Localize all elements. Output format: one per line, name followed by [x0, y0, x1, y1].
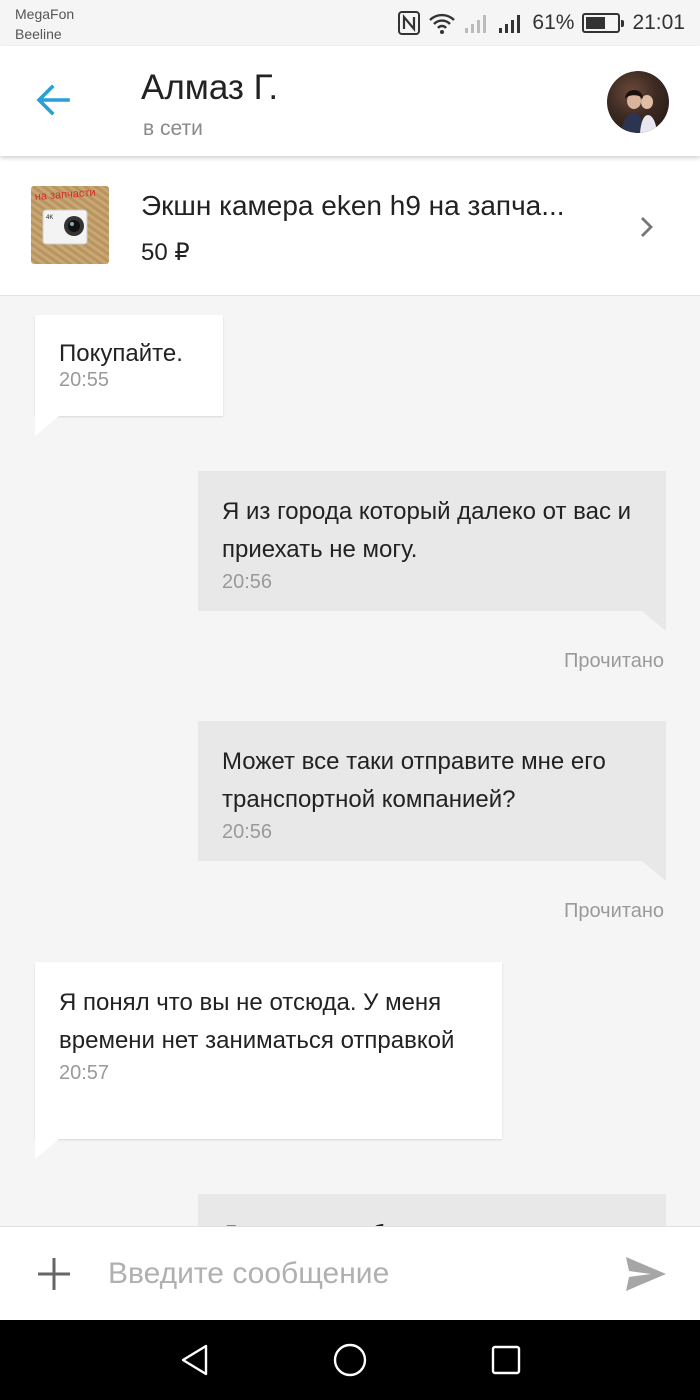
contact-name[interactable]: Алмаз Г. [141, 68, 278, 108]
message-bubble-outgoing: Ладно, попробую с кем то [198, 1194, 666, 1226]
chat-header: Алмаз Г. в сети [0, 46, 700, 156]
message-bubble-outgoing: Я из города который далеко от вас и прие… [198, 471, 666, 631]
message-time: 20:56 [222, 821, 273, 843]
product-thumb-badge: 4K [46, 215, 53, 221]
message-bubble-outgoing: Может все таки отправите мне его транспо… [198, 721, 666, 881]
status-icons: 61% 21:01 [398, 8, 685, 38]
send-button[interactable] [625, 1255, 667, 1293]
chevron-right-icon [636, 214, 658, 240]
contact-status: в сети [143, 117, 203, 140]
message-time: 20:56 [222, 571, 273, 593]
carrier-1: MegaFon [15, 6, 75, 22]
read-status: Прочитано [564, 650, 664, 672]
plus-icon [38, 1258, 70, 1290]
circle-home-icon [333, 1343, 367, 1377]
message-time: 20:57 [59, 1062, 110, 1084]
product-thumb-label: на запчасти [34, 187, 96, 203]
signal-icon [498, 12, 524, 34]
message-list[interactable]: Покупайте. 20:55 Я из города который дал… [0, 297, 700, 1226]
avatar[interactable] [607, 71, 669, 133]
message-text: Ладно, попробую с кем то [222, 1216, 642, 1226]
message-text: Я понял что вы не отсюда. У меня времени… [59, 989, 455, 1054]
back-button[interactable] [34, 82, 74, 118]
clock: 21:01 [632, 11, 685, 34]
product-price: 50 ₽ [141, 239, 190, 266]
nfc-icon [398, 11, 421, 35]
message-bubble-incoming: Покупайте. 20:55 [35, 315, 223, 436]
battery-percent: 61% [532, 11, 575, 34]
product-card[interactable]: на запчасти 4K Экшн камера eken h9 на за… [0, 156, 700, 296]
signal-icon [464, 12, 490, 34]
message-input[interactable] [108, 1245, 588, 1303]
message-text: Покупайте. [59, 340, 183, 367]
carrier-labels: MegaFon Beeline [15, 4, 74, 44]
nav-back-button[interactable] [177, 1342, 213, 1378]
carrier-2: Beeline [15, 26, 62, 42]
product-title: Экшн камера eken h9 на запча... [141, 190, 565, 221]
status-bar: MegaFon Beeline 61% 21:01 [0, 0, 700, 46]
wifi-icon [428, 12, 456, 34]
message-bubble-incoming: Я понял что вы не отсюда. У меня времени… [35, 962, 502, 1159]
message-text: Я из города который далеко от вас и прие… [222, 498, 632, 563]
read-status: Прочитано [564, 900, 664, 922]
battery-icon [582, 13, 625, 33]
send-icon [626, 1257, 666, 1291]
attach-button[interactable] [36, 1256, 72, 1292]
product-thumbnail[interactable]: на запчасти 4K [31, 186, 109, 264]
composer [0, 1226, 700, 1320]
triangle-back-icon [181, 1344, 208, 1376]
message-text: Может все таки отправите мне его транспо… [222, 748, 606, 813]
nav-home-button[interactable] [332, 1342, 368, 1378]
system-nav-bar [0, 1320, 700, 1400]
arrow-left-icon [36, 84, 70, 116]
square-recents-icon [491, 1345, 521, 1375]
nav-recents-button[interactable] [488, 1342, 524, 1378]
